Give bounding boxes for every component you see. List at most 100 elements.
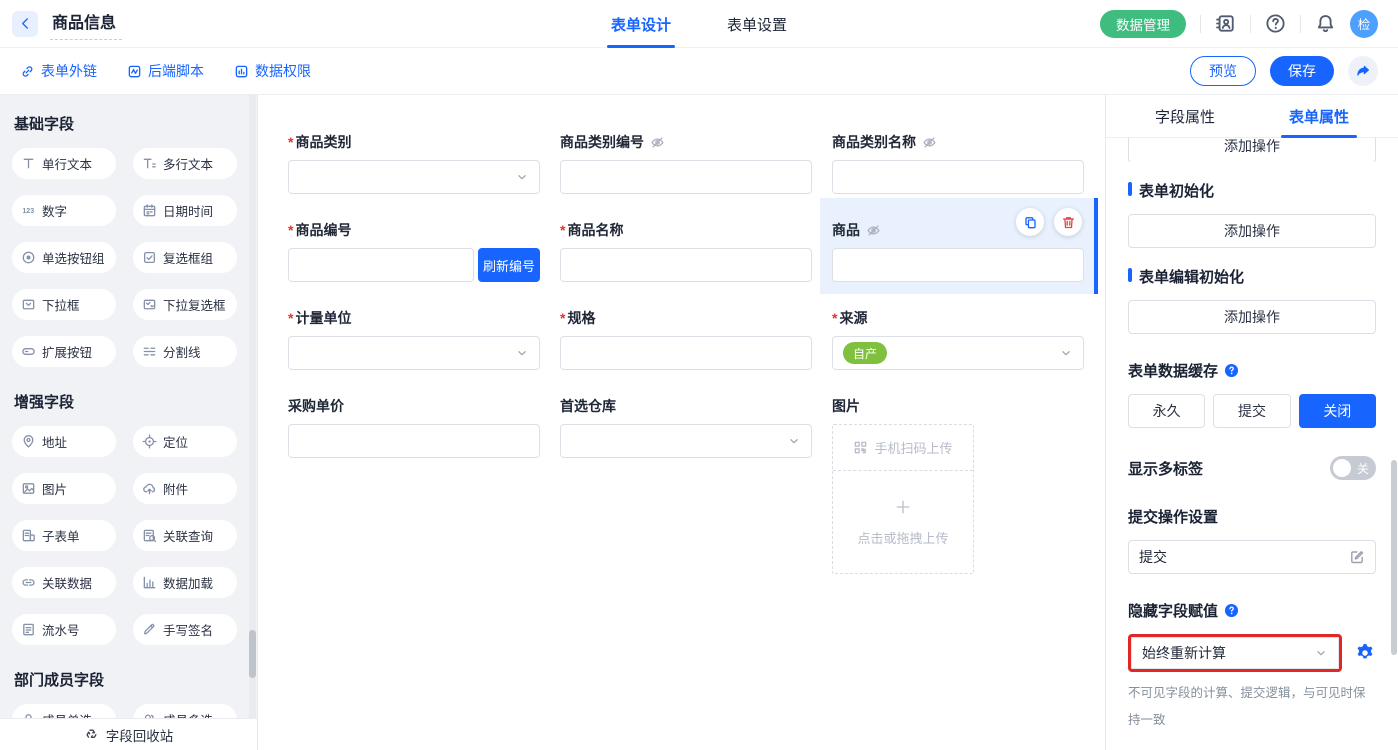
field-source[interactable]: *来源自产: [832, 308, 1084, 370]
backend-script-link[interactable]: 后端脚本: [127, 61, 204, 81]
field-source-select[interactable]: 自产: [832, 336, 1084, 370]
question-circle-icon[interactable]: [1224, 363, 1239, 378]
field-product-name-input[interactable]: [560, 248, 812, 282]
field-label-text: 图片: [832, 396, 860, 416]
cache-option-submit[interactable]: 提交: [1213, 394, 1290, 428]
tab-form-settings[interactable]: 表单设置: [723, 0, 791, 48]
sidebar-item-calendar[interactable]: 日期时间: [133, 195, 237, 226]
field-recycle-bin[interactable]: 字段回收站: [0, 719, 257, 750]
field-purchase-price[interactable]: 采购单价: [288, 396, 540, 574]
tab-form-properties[interactable]: 表单属性: [1281, 95, 1357, 137]
panel-scrollbar-thumb[interactable]: [1391, 460, 1397, 655]
page-title: 商品信息: [50, 7, 122, 40]
sidebar-item-data-load[interactable]: 数据加载: [133, 567, 237, 598]
cache-options: 永久 提交 关闭: [1128, 394, 1376, 428]
submit-action-setting[interactable]: 提交: [1128, 540, 1376, 574]
tab-form-design[interactable]: 表单设计: [607, 0, 675, 48]
sidebar-item-number[interactable]: 123数字: [12, 195, 116, 226]
field-category-code-input[interactable]: [560, 160, 812, 194]
field-product-name[interactable]: *商品名称: [560, 220, 812, 282]
scan-upload-button[interactable]: 手机扫码上传: [833, 425, 973, 471]
field-product[interactable]: 商品: [832, 220, 1084, 282]
sidebar-item-link-data[interactable]: 关联数据: [12, 567, 116, 598]
form-canvas[interactable]: *商品类别商品类别编号商品类别名称 *商品编号刷新编号 *商品名称商品 *计量单位 *规…: [258, 95, 1105, 750]
sidebar-item-label: 下拉框: [42, 295, 80, 314]
field-unit[interactable]: *计量单位: [288, 308, 540, 370]
cache-option-close[interactable]: 关闭: [1299, 394, 1376, 428]
field-category-name-input[interactable]: [832, 160, 1084, 194]
field-purchase-price-input[interactable]: [288, 424, 540, 458]
field-warehouse-select[interactable]: [560, 424, 812, 458]
sidebar-item-image[interactable]: 图片: [12, 473, 116, 504]
form-data-cache-title: 表单数据缓存: [1128, 360, 1376, 381]
copy-field-button[interactable]: [1016, 208, 1044, 236]
field-warehouse[interactable]: 首选仓库: [560, 396, 812, 574]
sidebar-item-text-multi[interactable]: 多行文本: [133, 148, 237, 179]
field-label-text: 规格: [567, 308, 595, 328]
field-spec-input[interactable]: [560, 336, 812, 370]
sidebar-item-cloud-upload[interactable]: 附件: [133, 473, 237, 504]
sidebar-item-label: 复选框组: [163, 248, 213, 267]
sidebar-item-subform[interactable]: 子表单: [12, 520, 116, 551]
save-button[interactable]: 保存: [1270, 56, 1334, 86]
field-label: *商品类别: [288, 132, 540, 152]
link-icon: [20, 64, 35, 79]
sidebar-item-serial[interactable]: 流水号: [12, 614, 116, 645]
field-category-name[interactable]: 商品类别名称: [832, 132, 1084, 194]
sidebar-item-lookup[interactable]: 关联查询: [133, 520, 237, 551]
hidden-field-assign-value: 始终重新计算: [1142, 643, 1226, 663]
hidden-field-assign-select[interactable]: 始终重新计算: [1131, 637, 1339, 669]
field-image[interactable]: 图片手机扫码上传点击或拖拽上传: [832, 396, 1084, 574]
contacts-icon[interactable]: [1215, 13, 1236, 34]
field-category-select[interactable]: [288, 160, 540, 194]
gear-icon[interactable]: [1354, 642, 1376, 664]
hidden-field-assign-title: 隐藏字段赋值: [1128, 600, 1376, 621]
sidebar-item-label: 数据加载: [163, 573, 213, 592]
data-manage-button[interactable]: 数据管理: [1100, 10, 1186, 38]
field-category[interactable]: *商品类别: [288, 132, 540, 194]
selected-field-actions: [1016, 208, 1082, 236]
multi-tab-toggle[interactable]: 关: [1330, 456, 1376, 480]
share-button[interactable]: [1348, 56, 1378, 86]
tab-field-properties[interactable]: 字段属性: [1147, 95, 1223, 137]
sidebar-item-checkbox[interactable]: 复选框组: [133, 242, 237, 273]
sidebar-item-map-pin[interactable]: 地址: [12, 426, 116, 457]
clipped-add-action-button[interactable]: 添加操作: [1128, 138, 1376, 162]
sidebar-item-select[interactable]: 下拉框: [12, 289, 116, 320]
field-product-input[interactable]: [832, 248, 1084, 282]
click-drag-upload-button[interactable]: 点击或拖拽上传: [833, 471, 973, 573]
sidebar-item-divider-line[interactable]: 分割线: [133, 336, 237, 367]
map-pin-icon: [21, 434, 36, 449]
field-unit-select[interactable]: [288, 336, 540, 370]
text-multi-icon: [142, 156, 157, 171]
sidebar-item-text-single[interactable]: 单行文本: [12, 148, 116, 179]
backend-script-label: 后端脚本: [148, 61, 204, 81]
field-category-code[interactable]: 商品类别编号: [560, 132, 812, 194]
avatar[interactable]: 检: [1350, 10, 1378, 38]
sidebar-item-signature[interactable]: 手写签名: [133, 614, 237, 645]
sidebar-item-radio[interactable]: 单选按钮组: [12, 242, 116, 273]
field-spec[interactable]: *规格: [560, 308, 812, 370]
delete-field-button[interactable]: [1054, 208, 1082, 236]
sidebar-scrollbar-thumb[interactable]: [249, 630, 256, 678]
sidebar-item-select-multi[interactable]: 下拉复选框: [133, 289, 237, 320]
preview-button[interactable]: 预览: [1190, 56, 1256, 86]
sidebar-item-locate[interactable]: 定位: [133, 426, 237, 457]
form-external-link[interactable]: 表单外链: [20, 61, 97, 81]
form-init-add-action-button[interactable]: 添加操作: [1128, 214, 1376, 248]
field-product-code-input[interactable]: [288, 248, 474, 282]
sidebar-item-label: 数字: [42, 201, 67, 220]
back-button[interactable]: [12, 11, 38, 37]
question-circle-icon[interactable]: [1224, 603, 1239, 618]
field-product-code[interactable]: *商品编号刷新编号: [288, 220, 540, 282]
cache-option-permanent[interactable]: 永久: [1128, 394, 1205, 428]
edit-icon[interactable]: [1349, 549, 1365, 565]
sidebar-item-button-ext[interactable]: 扩展按钮: [12, 336, 116, 367]
eye-off-icon: [650, 135, 665, 150]
help-icon[interactable]: [1265, 13, 1286, 34]
refresh-code-button[interactable]: 刷新编号: [478, 248, 540, 282]
form-edit-init-add-action-button[interactable]: 添加操作: [1128, 300, 1376, 334]
field-label: *来源: [832, 308, 1084, 328]
bell-icon[interactable]: [1315, 13, 1336, 34]
data-permission-link[interactable]: 数据权限: [234, 61, 311, 81]
